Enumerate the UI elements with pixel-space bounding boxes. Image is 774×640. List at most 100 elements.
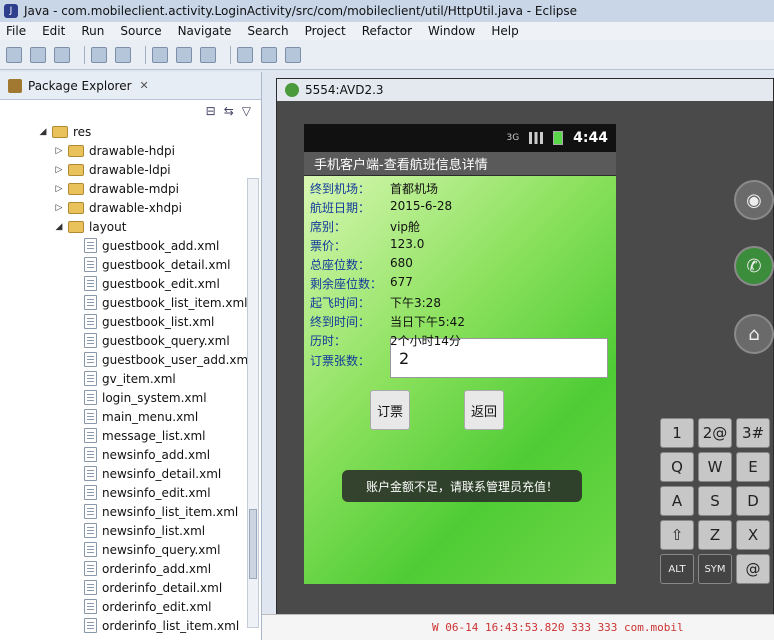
external-tools-icon[interactable] <box>200 46 216 63</box>
menu-item-project[interactable]: Project <box>305 24 346 38</box>
phone-screen: 3G 4:44 手机客户端-查看航班信息详情 订票张数： 2 订票 返回 账户金… <box>304 124 616 584</box>
tree-folder[interactable]: ◢ res <box>0 122 261 141</box>
menu-item-file[interactable]: File <box>6 24 26 38</box>
status-bar: 3G 4:44 <box>304 124 616 152</box>
expanded-icon[interactable]: ◢ <box>38 127 48 137</box>
link-editor-icon[interactable]: ⇆ <box>224 104 234 118</box>
expanded-icon[interactable]: ◢ <box>54 222 64 232</box>
xml-file-icon <box>84 523 97 538</box>
tree-item-label: guestbook_detail.xml <box>102 257 231 272</box>
key-w[interactable]: W <box>698 452 732 482</box>
detail-label: 终到时间： <box>310 315 371 329</box>
home-icon[interactable]: ⌂ <box>734 314 774 354</box>
collapsed-icon[interactable]: ▷ <box>54 146 64 156</box>
menu-item-navigate[interactable]: Navigate <box>178 24 232 38</box>
key-2@[interactable]: 2@ <box>698 418 732 448</box>
tree-file[interactable]: main_menu.xml <box>0 407 261 426</box>
tree-item-label: orderinfo_add.xml <box>102 561 212 576</box>
key-z[interactable]: Z <box>698 520 732 550</box>
search-icon[interactable] <box>285 46 301 63</box>
menu-item-run[interactable]: Run <box>81 24 104 38</box>
key-alt[interactable]: ALT <box>660 554 694 584</box>
tree-file[interactable]: guestbook_edit.xml <box>0 274 261 293</box>
key-1[interactable]: 1 <box>660 418 694 448</box>
tree-file[interactable]: guestbook_detail.xml <box>0 255 261 274</box>
android-sdk-icon[interactable] <box>91 46 107 63</box>
camera-icon[interactable]: ◉ <box>734 180 774 220</box>
package-icon <box>8 78 22 93</box>
avd-manager-icon[interactable] <box>115 46 131 63</box>
key-q[interactable]: Q <box>660 452 694 482</box>
tree-file[interactable]: newsinfo_edit.xml <box>0 483 261 502</box>
tree-folder[interactable]: ▷ drawable-xhdpi <box>0 198 261 217</box>
tree-file[interactable]: orderinfo_edit.xml <box>0 597 261 616</box>
tree-file[interactable]: newsinfo_detail.xml <box>0 464 261 483</box>
tree-file[interactable]: newsinfo_list.xml <box>0 521 261 540</box>
collapse-all-icon[interactable]: ⊟ <box>206 104 216 118</box>
back-button[interactable]: 返回 <box>464 390 504 430</box>
view-menu-icon[interactable]: ▽ <box>242 104 251 118</box>
key-@[interactable]: @ <box>736 554 770 584</box>
folder-icon <box>68 182 84 195</box>
package-explorer-title: Package Explorer <box>28 78 132 93</box>
call-icon[interactable]: ✆ <box>734 246 774 286</box>
tree-file[interactable]: orderinfo_list_item.xml <box>0 616 261 635</box>
print-icon[interactable] <box>54 46 70 63</box>
tree-folder[interactable]: ▷ drawable-hdpi <box>0 141 261 160</box>
new-class-icon[interactable] <box>237 46 253 63</box>
detail-value: 下午3:28 <box>390 296 441 310</box>
tree-file[interactable]: newsinfo_query.xml <box>0 540 261 559</box>
explorer-scrollbar[interactable] <box>247 178 259 628</box>
key-a[interactable]: A <box>660 486 694 516</box>
eclipse-icon: J <box>4 4 18 18</box>
toolbar-separator <box>84 45 85 64</box>
tree-item-label: drawable-ldpi <box>89 162 171 177</box>
key-e[interactable]: E <box>736 452 770 482</box>
new-icon[interactable] <box>6 46 22 63</box>
debug-icon[interactable] <box>152 46 168 63</box>
collapsed-icon[interactable]: ▷ <box>54 203 64 213</box>
tree-file[interactable]: guestbook_query.xml <box>0 331 261 350</box>
xml-file-icon <box>84 542 97 557</box>
tree-file[interactable]: guestbook_user_add.xm <box>0 350 261 369</box>
order-button[interactable]: 订票 <box>370 390 410 430</box>
tree-file[interactable]: newsinfo_list_item.xml <box>0 502 261 521</box>
tree-file[interactable]: gv_item.xml <box>0 369 261 388</box>
open-type-icon[interactable] <box>261 46 277 63</box>
menu-item-help[interactable]: Help <box>491 24 518 38</box>
key-sym[interactable]: SYM <box>698 554 732 584</box>
menu-item-refactor[interactable]: Refactor <box>362 24 412 38</box>
package-explorer-tab[interactable]: Package Explorer ✕ <box>0 72 261 100</box>
run-icon[interactable] <box>176 46 192 63</box>
explorer-view-tools: ⊟ ⇆ ▽ <box>0 100 261 122</box>
tree-folder[interactable]: ▷ drawable-ldpi <box>0 160 261 179</box>
key-x[interactable]: X <box>736 520 770 550</box>
tree-folder[interactable]: ◢ layout <box>0 217 261 236</box>
detail-row: 航班日期： 2015-6-28 <box>310 199 452 217</box>
menu-item-edit[interactable]: Edit <box>42 24 65 38</box>
tree-file[interactable]: message_list.xml <box>0 426 261 445</box>
detail-value: 677 <box>390 275 413 289</box>
tree-file[interactable]: guestbook_add.xml <box>0 236 261 255</box>
tree-folder[interactable]: ▷ drawable-mdpi <box>0 179 261 198</box>
collapsed-icon[interactable]: ▷ <box>54 165 64 175</box>
close-icon[interactable]: ✕ <box>140 79 149 92</box>
key-d[interactable]: D <box>736 486 770 516</box>
tree-file[interactable]: orderinfo_add.xml <box>0 559 261 578</box>
key-⇧[interactable]: ⇧ <box>660 520 694 550</box>
tree-file[interactable]: guestbook_list.xml <box>0 312 261 331</box>
menu-item-window[interactable]: Window <box>428 24 475 38</box>
tree-file[interactable]: newsinfo_add.xml <box>0 445 261 464</box>
tree-file[interactable]: login_system.xml <box>0 388 261 407</box>
key-s[interactable]: S <box>698 486 732 516</box>
tree-file[interactable]: orderinfo_detail.xml <box>0 578 261 597</box>
menu-item-source[interactable]: Source <box>120 24 161 38</box>
scrollbar-thumb[interactable] <box>249 509 257 579</box>
emulator-title: 5554:AVD2.3 <box>305 83 384 97</box>
detail-label: 票价： <box>310 239 347 253</box>
menu-item-search[interactable]: Search <box>247 24 288 38</box>
save-icon[interactable] <box>30 46 46 63</box>
collapsed-icon[interactable]: ▷ <box>54 184 64 194</box>
tree-file[interactable]: guestbook_list_item.xml <box>0 293 261 312</box>
key-3#[interactable]: 3# <box>736 418 770 448</box>
